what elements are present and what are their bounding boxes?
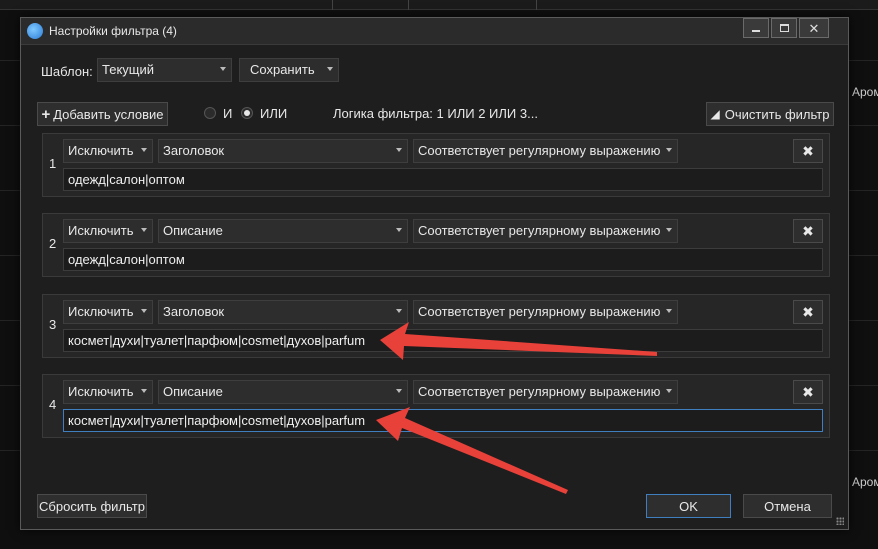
annotation-arrow	[380, 322, 657, 360]
annotation-arrow	[376, 407, 568, 494]
annotation-arrows	[376, 322, 657, 494]
